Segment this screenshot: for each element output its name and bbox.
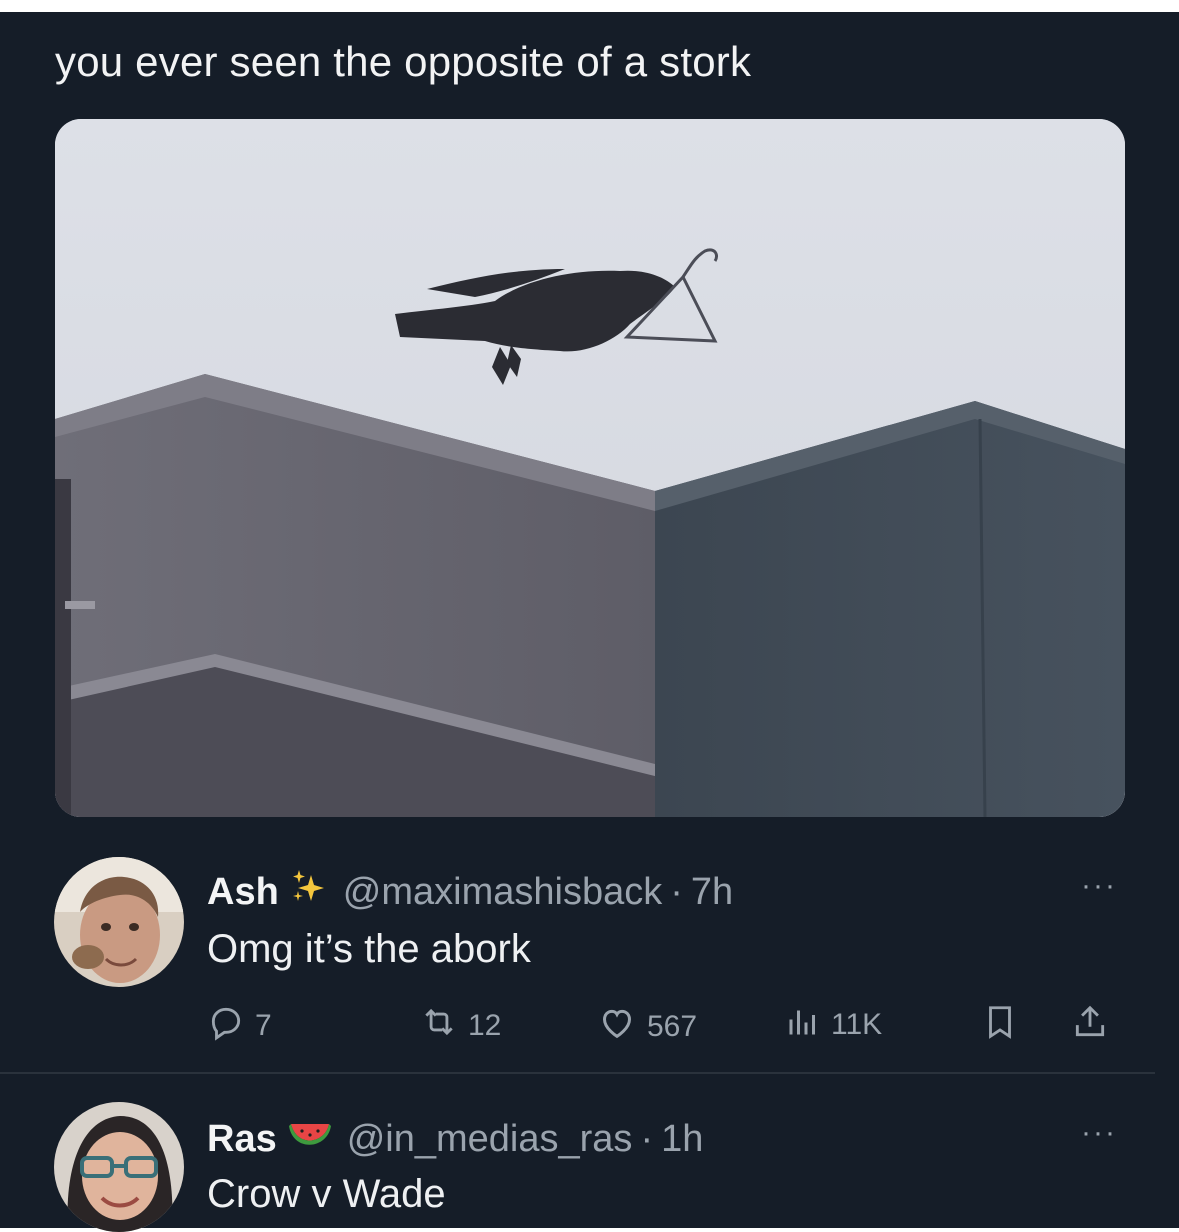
reply-header: Ras @in_medias_ras · 1h [207,1114,703,1164]
action-bar: 7 12 567 11K [207,1003,1122,1047]
display-name[interactable]: Ash [207,871,279,914]
analytics-icon [785,1003,831,1047]
comment-icon [207,1003,255,1049]
reply-button[interactable]: 7 [207,1003,272,1049]
watermelon-icon [287,1114,333,1164]
separator-dot: · [640,1117,654,1160]
avatar[interactable] [54,857,184,987]
display-name[interactable]: Ras [207,1118,277,1161]
reply-count: 7 [255,1009,272,1042]
views-count: 11K [831,1008,883,1041]
post-text: you ever seen the opposite of a stork [55,38,752,85]
avatar[interactable] [54,1102,184,1232]
like-count: 567 [647,1010,698,1043]
share-button[interactable] [1071,1003,1119,1049]
views-button[interactable]: 11K [785,1003,882,1047]
separator-dot: · [670,870,683,913]
repost-icon [420,1003,468,1049]
sparkles-icon [289,867,329,917]
heart-icon [597,1003,647,1051]
timestamp[interactable]: 7h [691,871,733,914]
user-handle[interactable]: @in_medias_ras [347,1118,633,1161]
post-image[interactable] [55,119,1125,817]
share-icon [1071,1003,1119,1049]
user-handle[interactable]: @maximashisback [343,871,662,914]
bookmark-icon [981,1003,1029,1049]
repost-button[interactable]: 12 [420,1003,501,1049]
repost-count: 12 [468,1009,502,1042]
like-button[interactable]: 567 [597,1003,697,1051]
more-options-button[interactable]: ··· [1081,1116,1117,1150]
reply-divider [0,1072,1155,1074]
crow-hanger-photo [55,119,1125,817]
feed-frame: you ever seen the opposite of a stork As… [0,12,1179,1232]
reply-text: Crow v Wade [207,1172,446,1216]
bookmark-button[interactable] [981,1003,1029,1049]
reply-text: Omg it’s the abork [207,927,531,971]
reply-header: Ash @maximashisback · 7h [207,867,733,917]
timestamp[interactable]: 1h [661,1118,703,1161]
more-options-button[interactable]: ··· [1081,869,1117,903]
